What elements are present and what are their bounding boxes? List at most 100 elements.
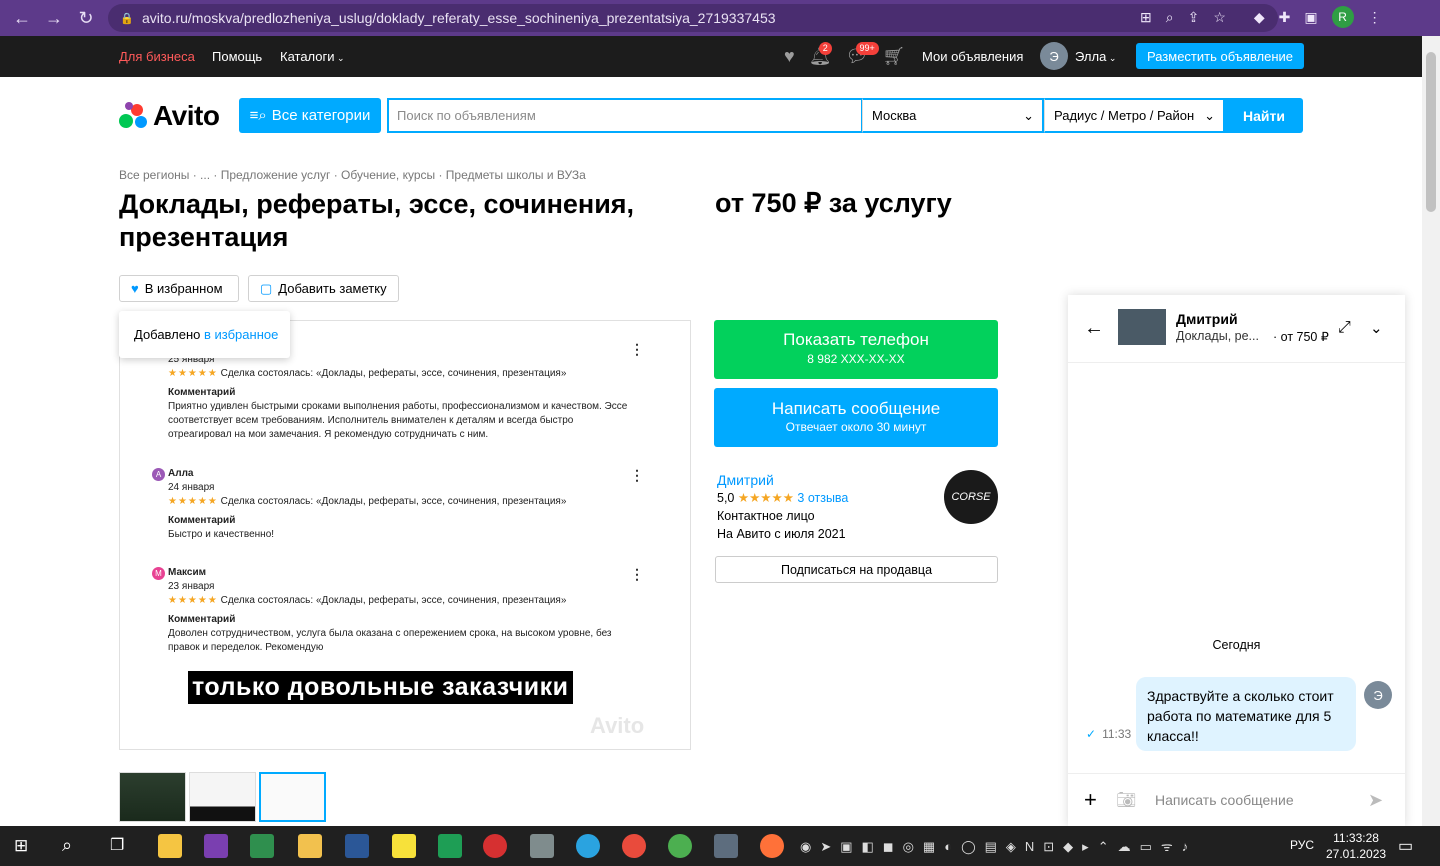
subscribe-button[interactable]: Подписаться на продавца — [715, 556, 998, 583]
tray-icons[interactable]: ◉➤▣◧◼◎▦◐◯▤◈N⊡◆▸⌃☁▭ᯤ♪ — [800, 837, 1197, 855]
profile-avatar[interactable]: R — [1331, 6, 1354, 28]
extensions-puzzle-icon[interactable]: ✚ — [1279, 9, 1291, 26]
share-icon[interactable]: ⇪ — [1188, 9, 1200, 26]
chat-price: · от 750 ₽ — [1273, 330, 1329, 344]
extension-fox-icon[interactable]: ◆ — [1254, 9, 1265, 26]
user-avatar[interactable]: Э — [1040, 42, 1068, 70]
breadcrumb[interactable]: Все регионы · ... · Предложение услуг · … — [119, 168, 586, 182]
my-ads-link[interactable]: Мои объявления — [922, 49, 1023, 64]
avito-logo[interactable]: Avito — [119, 100, 220, 132]
radius-select[interactable]: Радиус / Метро / Район ⌄ — [1044, 98, 1225, 133]
phone-masked: 8 982 XXX-XX-XX — [807, 352, 905, 366]
photo-caption: только довольные заказчики — [188, 671, 573, 704]
page-scrollbar[interactable] — [1422, 36, 1440, 826]
app-icon[interactable] — [250, 834, 274, 858]
chevron-down-icon: ⌄ — [1204, 107, 1215, 123]
reviews-link[interactable]: 3 отзыва — [797, 491, 848, 505]
notifications-icon[interactable]: ▭ — [1398, 836, 1413, 856]
add-note-button[interactable]: ▢ Добавить заметку — [248, 275, 399, 302]
stars-icon: ★★★★★ — [737, 491, 794, 505]
reply-time: Отвечает около 30 минут — [785, 420, 927, 434]
user-menu[interactable]: Элла ⌄ — [1075, 49, 1116, 64]
catalogs-label: Каталоги — [280, 49, 335, 64]
forward-icon[interactable]: → — [38, 8, 70, 29]
plus-icon[interactable]: + — [1084, 787, 1097, 813]
review-deal: Сделка состоялась: «Доклады, рефераты, э… — [220, 595, 567, 606]
back-icon[interactable]: ← — [6, 8, 38, 29]
favorites-heart-icon[interactable]: ♥ — [784, 46, 795, 67]
thumbnail-3[interactable] — [259, 772, 326, 822]
show-phone-button[interactable]: Показать телефон 8 982 XXX-XX-XX — [714, 320, 998, 379]
reviewer-name: Алла — [168, 468, 194, 479]
chrome-icon[interactable] — [668, 834, 692, 858]
categories-search-icon: ≡⌕ — [249, 107, 267, 124]
catalogs-menu[interactable]: Каталоги ⌄ — [280, 49, 345, 64]
seller-since: На Авито с июля 2021 — [717, 527, 846, 541]
city-value: Москва — [872, 108, 917, 123]
my-avatar: Э — [1364, 681, 1392, 709]
favorites-button[interactable]: ♥ В избранном — [119, 275, 239, 302]
post-ad-button[interactable]: Разместить объявление — [1136, 43, 1304, 69]
expand-icon[interactable]: ⤢ — [1338, 319, 1351, 337]
send-icon[interactable]: ➤ — [1368, 790, 1383, 811]
chrome-icon[interactable] — [622, 834, 646, 858]
telegram-icon[interactable] — [576, 834, 600, 858]
task-view-icon[interactable]: ❐ — [110, 835, 124, 855]
notifications-bell-icon[interactable]: 🔔︎ 2 — [809, 42, 832, 67]
search-icon[interactable]: ⌕ — [62, 835, 72, 856]
find-button[interactable]: Найти — [1225, 98, 1303, 133]
help-link[interactable]: Помощь — [212, 49, 262, 64]
sidepanel-icon[interactable]: ▣ — [1304, 9, 1317, 26]
app-icon[interactable] — [158, 834, 182, 858]
thumbnail-1[interactable] — [119, 772, 186, 822]
windows-start-icon[interactable]: ⊞ — [14, 836, 28, 856]
back-arrow-icon[interactable]: ← — [1084, 317, 1104, 340]
browser-menu-icon[interactable]: ⋮ — [1368, 9, 1382, 26]
cart-icon[interactable]: 🛒︎ — [882, 46, 905, 67]
all-categories-button[interactable]: ≡⌕ Все категории — [239, 98, 381, 133]
for-business-link[interactable]: Для бизнеса — [119, 49, 195, 64]
city-select[interactable]: Москва ⌄ — [862, 98, 1044, 133]
file-explorer-icon[interactable] — [298, 834, 322, 858]
reviewer-name: Максим — [168, 567, 206, 578]
app-icon[interactable] — [530, 834, 554, 858]
address-bar[interactable]: 🔒 avito.ru/moskva/predlozheniya_uslug/do… — [108, 4, 1278, 32]
clock[interactable]: 11:33:28 27.01.2023 — [1326, 830, 1386, 862]
zoom-icon[interactable]: ⌕ — [1166, 9, 1174, 26]
calculator-icon[interactable] — [714, 834, 738, 858]
bookmark-star-icon[interactable]: ☆ — [1213, 9, 1226, 26]
tooltip-favorites-link[interactable]: в избранное — [204, 327, 278, 342]
app-icon[interactable] — [204, 834, 228, 858]
search-input[interactable]: Поиск по объявлениям — [387, 98, 863, 133]
more-icon: ⋮ — [630, 341, 644, 357]
thumbnail-2[interactable] — [189, 772, 256, 822]
write-message-label: Написать сообщение — [771, 399, 941, 418]
comment-label: Комментарий — [168, 387, 236, 398]
translate-icon[interactable]: ⊞ — [1140, 9, 1152, 26]
favorites-label: В избранном — [144, 281, 223, 296]
listing-photo[interactable]: 25 января ★★★★★ Сделка состоялась: «Докл… — [119, 320, 691, 750]
chat-input-bar: + 📷︎ Написать сообщение ➤ — [1068, 773, 1405, 826]
sheets-icon[interactable] — [438, 834, 462, 858]
app-icon[interactable] — [483, 834, 507, 858]
reviewer-avatar: А — [152, 468, 165, 481]
write-message-button[interactable]: Написать сообщение Отвечает около 30 мин… — [714, 388, 998, 447]
scrollbar-thumb[interactable] — [1426, 52, 1436, 212]
reload-icon[interactable]: ↻ — [70, 8, 102, 29]
sticky-notes-icon[interactable] — [392, 834, 416, 858]
review-text: Доволен сотрудничеством, услуга была ока… — [168, 628, 612, 653]
seller-name-link[interactable]: Дмитрий — [717, 471, 848, 489]
message-input[interactable]: Написать сообщение — [1155, 792, 1294, 808]
chevron-down-icon[interactable]: ⌄ — [1370, 319, 1383, 337]
stars-icon: ★★★★★ — [168, 368, 218, 379]
messages-icon[interactable]: 💬︎ 99+ — [846, 42, 879, 67]
heart-icon: ♥ — [131, 281, 139, 296]
firefox-icon[interactable] — [760, 834, 784, 858]
seller-role: Контактное лицо — [717, 509, 815, 523]
reviewer-avatar: М — [152, 567, 165, 580]
check-icon: ✓ — [1086, 727, 1097, 741]
camera-icon[interactable]: 📷︎ — [1116, 790, 1136, 810]
language-indicator[interactable]: РУС — [1290, 838, 1314, 852]
word-icon[interactable] — [345, 834, 369, 858]
seller-avatar[interactable]: CORSE — [944, 470, 998, 524]
